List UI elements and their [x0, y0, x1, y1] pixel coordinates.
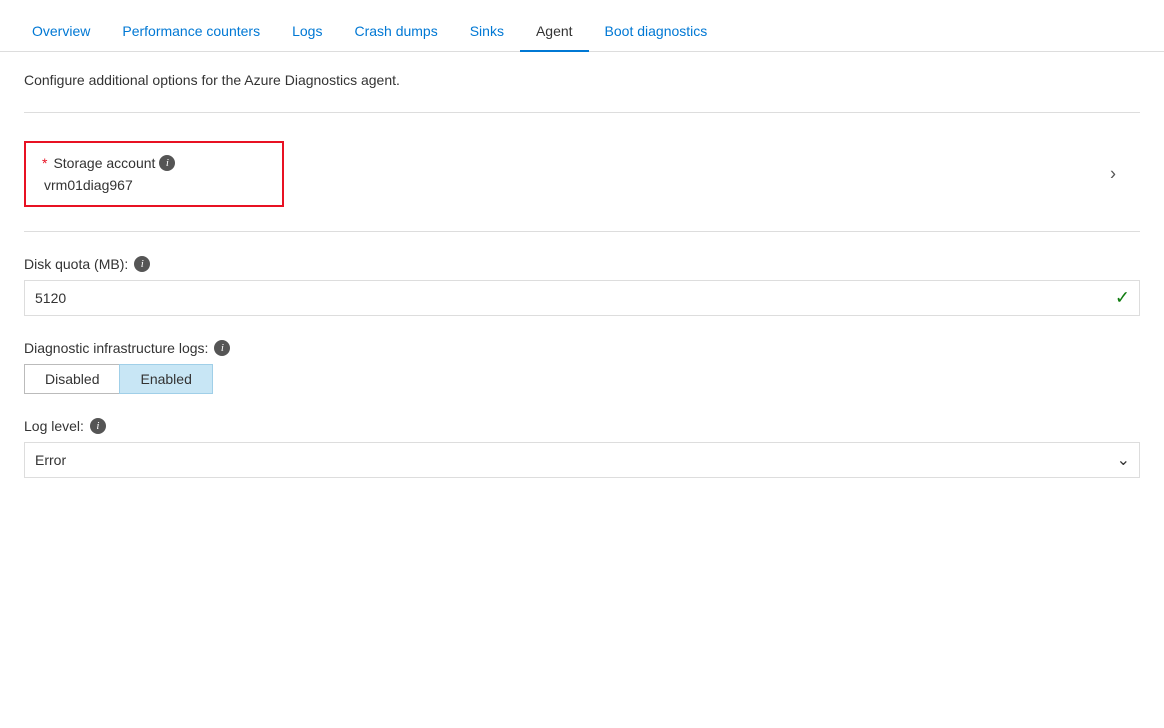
disk-quota-label-row: Disk quota (MB): i: [24, 256, 1140, 272]
disk-quota-info-icon[interactable]: i: [134, 256, 150, 272]
tab-logs[interactable]: Logs: [276, 11, 338, 51]
main-content: Configure additional options for the Azu…: [0, 52, 1164, 498]
storage-account-info-icon[interactable]: i: [159, 155, 175, 171]
storage-divider: [24, 231, 1140, 232]
diagnostic-logs-section: Diagnostic infrastructure logs: i Disabl…: [24, 340, 1140, 394]
tab-crash-dumps[interactable]: Crash dumps: [338, 11, 453, 51]
log-level-select[interactable]: Error Warning Information Verbose: [24, 442, 1140, 478]
tab-overview[interactable]: Overview: [16, 11, 106, 51]
disk-quota-check-icon: ✓: [1115, 288, 1130, 309]
log-level-info-icon[interactable]: i: [90, 418, 106, 434]
disk-quota-label: Disk quota (MB):: [24, 256, 128, 272]
log-level-label-row: Log level: i: [24, 418, 1140, 434]
tab-performance-counters[interactable]: Performance counters: [106, 11, 276, 51]
top-divider: [24, 112, 1140, 113]
disk-quota-input[interactable]: [24, 280, 1140, 316]
storage-account-chevron-icon[interactable]: ›: [1110, 164, 1116, 185]
diagnostic-logs-label-row: Diagnostic infrastructure logs: i: [24, 340, 1140, 356]
log-level-select-wrapper: Error Warning Information Verbose ⌄: [24, 442, 1140, 478]
toggle-enabled[interactable]: Enabled: [119, 364, 212, 394]
storage-account-label: Storage account: [53, 155, 155, 171]
tab-sinks[interactable]: Sinks: [454, 11, 520, 51]
diagnostic-logs-label: Diagnostic infrastructure logs:: [24, 340, 208, 356]
storage-account-section[interactable]: * Storage account i vrm01diag967: [24, 141, 284, 207]
storage-account-label-row: * Storage account i: [42, 155, 266, 171]
storage-account-value: vrm01diag967: [42, 177, 266, 193]
disk-quota-input-wrapper: ✓: [24, 280, 1140, 316]
log-level-section: Log level: i Error Warning Information V…: [24, 418, 1140, 478]
diagnostic-logs-toggle-group: Disabled Enabled: [24, 364, 1140, 394]
storage-account-outer: * Storage account i vrm01diag967 ›: [24, 125, 1140, 223]
required-star: *: [42, 155, 47, 171]
log-level-label: Log level:: [24, 418, 84, 434]
tab-bar: Overview Performance counters Logs Crash…: [0, 0, 1164, 52]
toggle-disabled[interactable]: Disabled: [24, 364, 119, 394]
disk-quota-section: Disk quota (MB): i ✓: [24, 256, 1140, 316]
description-text: Configure additional options for the Azu…: [24, 72, 1140, 88]
diagnostic-logs-info-icon[interactable]: i: [214, 340, 230, 356]
tab-agent[interactable]: Agent: [520, 11, 589, 51]
tab-boot-diagnostics[interactable]: Boot diagnostics: [589, 11, 724, 51]
